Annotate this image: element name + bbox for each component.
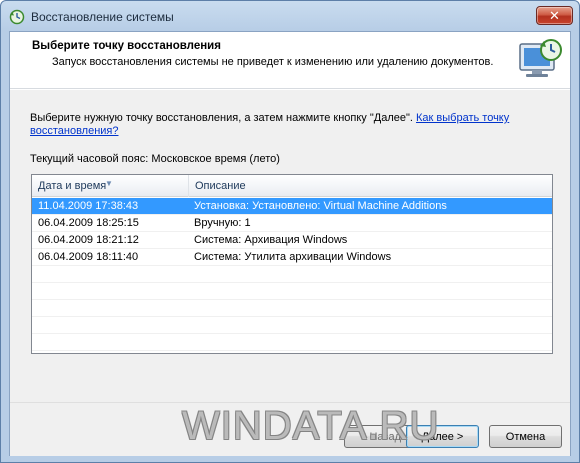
empty-row xyxy=(32,283,552,300)
column-header-description[interactable]: Описание xyxy=(189,175,552,197)
sort-arrow-icon: ▼ xyxy=(105,179,113,188)
instructions: Выберите нужную точку восстановления, а … xyxy=(30,112,540,138)
cancel-button[interactable]: Отмена xyxy=(489,425,562,448)
system-restore-icon xyxy=(9,9,25,25)
page-title: Выберите точку восстановления xyxy=(32,40,221,52)
system-restore-window: Восстановление системы ✕ Выберите точку … xyxy=(0,0,580,463)
list-row[interactable]: 06.04.2009 18:25:15 Вручную: 1 xyxy=(32,215,552,232)
restore-points-list[interactable]: ▼ Дата и время Описание 11.04.2009 17:38… xyxy=(31,174,553,368)
restore-computer-icon xyxy=(519,39,562,77)
row-date: 06.04.2009 18:25:15 xyxy=(38,217,139,229)
row-description: Установка: Установлено: Virtual Machine … xyxy=(194,200,447,212)
empty-row xyxy=(32,317,552,334)
list-rows: 11.04.2009 17:38:43 Установка: Установле… xyxy=(32,198,552,368)
row-date: 06.04.2009 18:11:40 xyxy=(38,251,139,263)
list-row[interactable]: 06.04.2009 18:21:12 Система: Архивация W… xyxy=(32,232,552,249)
row-description: Система: Утилита архивации Windows xyxy=(194,251,392,263)
row-description: Вручную: 1 xyxy=(194,217,251,229)
empty-row xyxy=(32,351,552,368)
next-button[interactable]: Далее > xyxy=(406,425,479,448)
dialog-body: Выберите нужную точку восстановления, а … xyxy=(10,90,570,402)
list-header: ▼ Дата и время Описание xyxy=(32,175,552,197)
page-subtitle: Запуск восстановления системы не приведе… xyxy=(52,56,494,68)
title-bar[interactable]: Восстановление системы ✕ xyxy=(1,1,579,31)
row-date: 06.04.2009 18:21:12 xyxy=(38,234,139,246)
dialog-footer: < Назад Далее > Отмена xyxy=(10,402,570,456)
dialog-header: Выберите точку восстановления Запуск вос… xyxy=(10,32,570,89)
row-date: 11.04.2009 17:38:43 xyxy=(38,200,139,212)
list-row[interactable]: 06.04.2009 18:11:40 Система: Утилита арх… xyxy=(32,249,552,266)
column-header-date[interactable]: ▼ Дата и время xyxy=(32,175,189,197)
list-row[interactable]: 11.04.2009 17:38:43 Установка: Установле… xyxy=(32,198,552,215)
empty-row xyxy=(32,334,552,351)
column-header-date-label: Дата и время xyxy=(38,180,107,192)
row-description: Система: Архивация Windows xyxy=(194,234,348,246)
close-button[interactable]: ✕ xyxy=(536,6,573,25)
close-icon: ✕ xyxy=(549,7,560,23)
empty-row xyxy=(32,300,552,317)
empty-row xyxy=(32,266,552,283)
dialog-client-area: Выберите точку восстановления Запуск вос… xyxy=(9,31,571,456)
column-header-description-label: Описание xyxy=(195,180,246,192)
instructions-text: Выберите нужную точку восстановления, а … xyxy=(30,112,413,124)
timezone-label: Текущий часовой пояс: Московское время (… xyxy=(30,153,280,165)
window-title: Восстановление системы xyxy=(31,10,174,24)
